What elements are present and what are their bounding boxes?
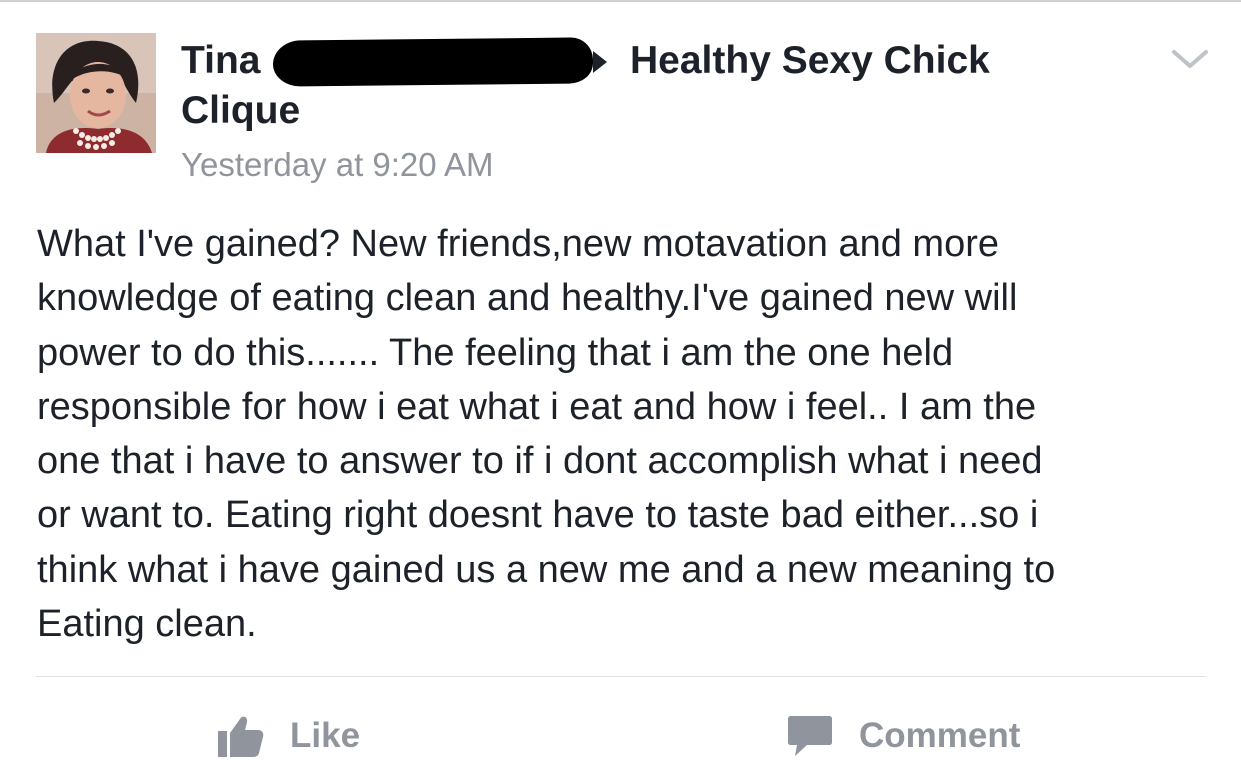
- group-name-continued[interactable]: Clique: [181, 86, 300, 136]
- avatar-image: [36, 33, 156, 153]
- comment-bubble-icon: [788, 716, 832, 756]
- avatar[interactable]: [36, 33, 156, 153]
- top-border: [0, 0, 1241, 2]
- post-timestamp[interactable]: Yesterday at 9:20 AM: [181, 146, 494, 184]
- comment-label: Comment: [859, 716, 1021, 755]
- chevron-down-icon[interactable]: [1170, 44, 1210, 74]
- group-name[interactable]: Healthy Sexy Chick: [630, 36, 990, 86]
- like-button[interactable]: Like: [216, 706, 360, 766]
- like-label: Like: [290, 716, 361, 755]
- thumbs-up-icon: [218, 716, 264, 757]
- author-name[interactable]: Tina: [181, 36, 260, 86]
- triangle-right-icon: [593, 51, 607, 73]
- divider: [36, 676, 1206, 677]
- post-title: Tina Healthy Sexy Chick Clique: [181, 36, 1121, 136]
- post-header: Tina Healthy Sexy Chick Clique: [181, 36, 1121, 136]
- redaction-mark: [272, 37, 594, 87]
- post-body: What I've gained? New friends,new motava…: [37, 223, 1056, 646]
- comment-button[interactable]: Comment: [787, 706, 1020, 766]
